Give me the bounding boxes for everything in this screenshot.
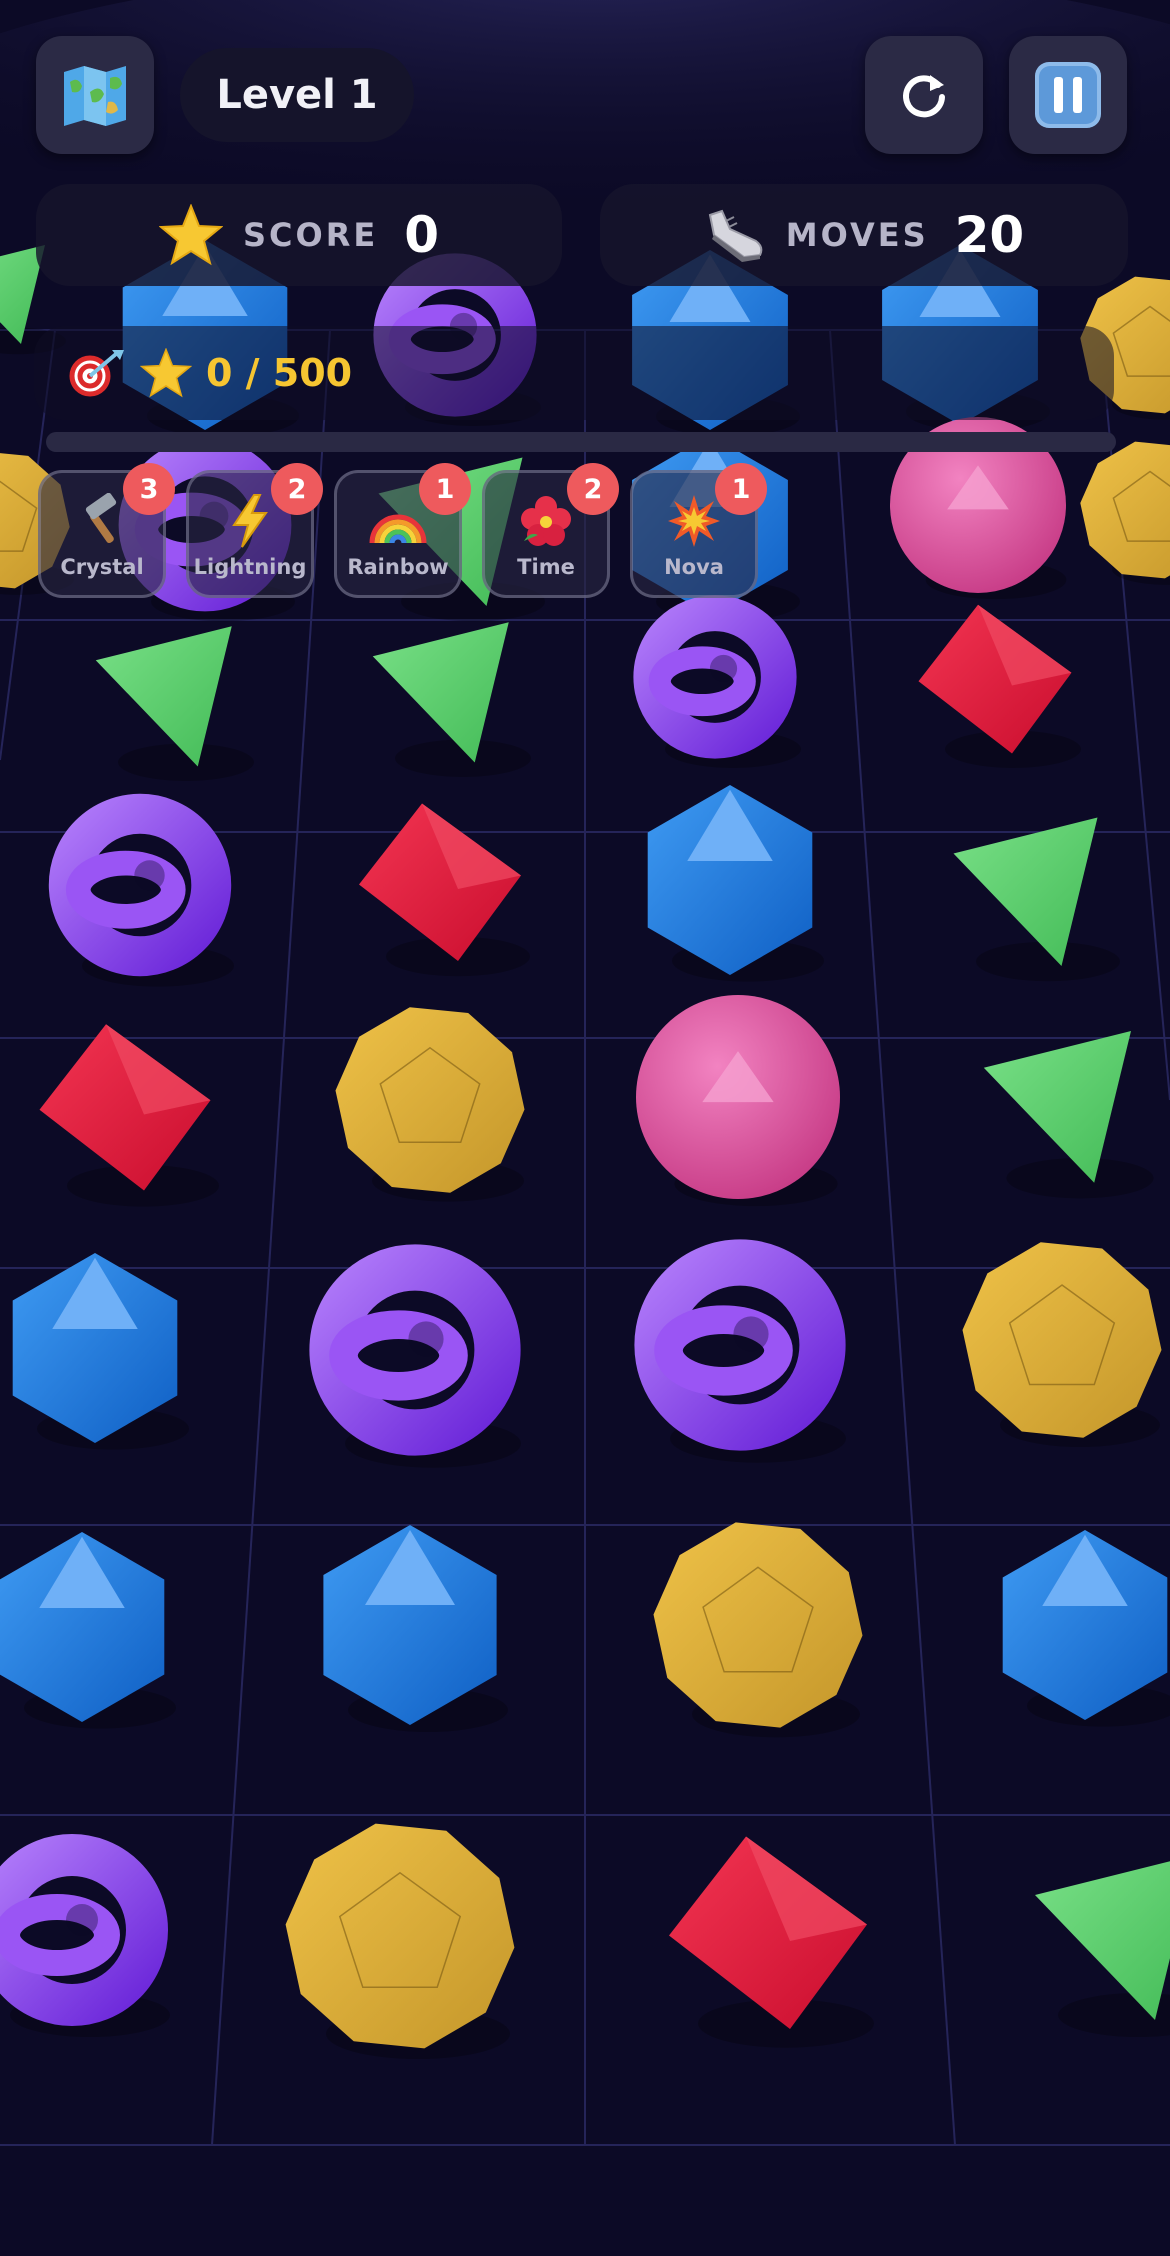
goal-row: 0 / 500 [34,326,1114,420]
powerup-label: Time [517,555,575,579]
pause-button[interactable] [1009,36,1127,154]
powerup-nova[interactable]: Nova 1 [630,463,767,598]
map-button[interactable] [36,36,154,154]
powerup-label: Nova [664,555,724,579]
target-icon [69,350,124,397]
hibiscus-icon [521,496,571,546]
moves-value: 20 [954,206,1025,264]
powerup-count-badge: 2 [271,463,323,515]
moves-label: MOVES [785,216,929,254]
score-label: SCORE [242,216,379,254]
powerup-lightning[interactable]: Lightning 2 [186,463,323,598]
score-value: 0 [404,206,440,264]
explosion-icon [668,495,720,547]
pause-icon [1035,62,1101,128]
rainbow-icon [369,514,427,544]
map-icon [64,66,126,126]
powerup-crystal[interactable]: Crystal 3 [38,463,175,598]
level-label: Level 1 [216,72,378,118]
powerup-count-badge: 1 [715,463,767,515]
star-icon [140,348,192,398]
powerup-count-badge: 1 [419,463,471,515]
restart-button[interactable] [865,36,983,154]
powerup-label: Crystal [60,555,144,579]
lightning-icon [232,494,268,548]
score-panel: SCORE 0 [36,184,562,286]
hammer-icon [85,493,117,544]
star-icon [158,204,223,266]
powerup-rainbow[interactable]: Rainbow 1 [334,463,471,598]
goal-progress-bar [46,432,1116,452]
goal-progress-text: 0 / 500 [206,351,353,395]
powerup-bar: Crystal 3 Lightning 2 Rainbow 1 Time 2 N… [38,463,767,598]
moves-panel: MOVES 20 [600,184,1128,286]
powerup-label: Rainbow [347,555,449,579]
sneaker-icon [708,209,763,262]
powerup-time[interactable]: Time 2 [482,463,619,598]
powerup-count-badge: 2 [567,463,619,515]
powerup-label: Lightning [193,555,307,579]
restart-icon [903,75,945,118]
powerup-count-badge: 3 [123,463,175,515]
level-indicator: Level 1 [180,48,414,142]
